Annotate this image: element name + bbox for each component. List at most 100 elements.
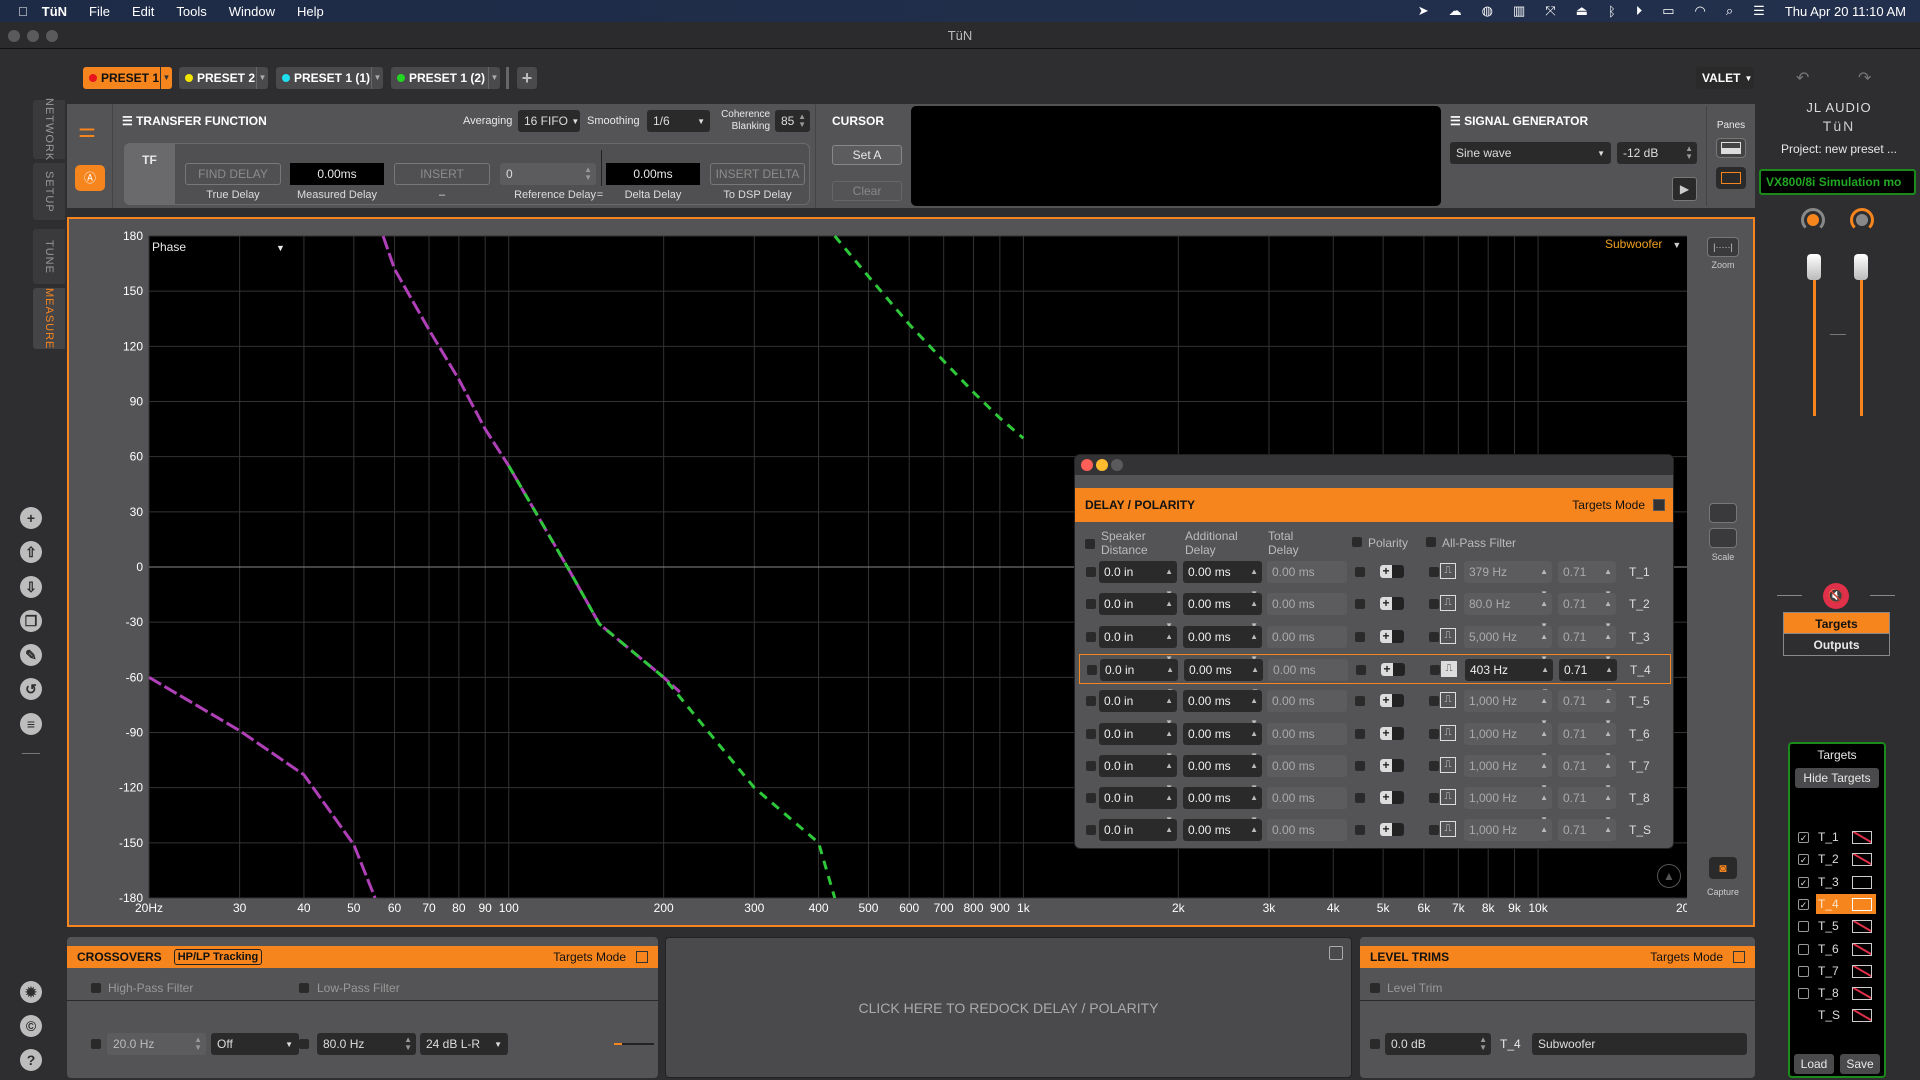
allpass-q-input[interactable]: 0.71▲▼	[1558, 722, 1616, 760]
delay-row[interactable]: 0.0 in▲▼ 0.00 ms▲▼ 0.00 ms + ⎍ 379 Hz▲▼ …	[1079, 557, 1671, 598]
wrench-icon[interactable]: ✎	[20, 644, 42, 666]
allpass-filter-icon[interactable]: ⎍	[1440, 627, 1456, 644]
copy-icon[interactable]: ❐	[20, 610, 42, 632]
waveform-dropdown[interactable]: Sine wave ▼	[1450, 142, 1611, 164]
knob-1[interactable]	[1801, 208, 1825, 232]
level-stepper[interactable]: -12 dB ▲ ▼	[1617, 142, 1697, 164]
allpass-frequency-input[interactable]: 1,000 Hz▲▼	[1464, 819, 1552, 848]
speaker-distance-input[interactable]: 0.0 in▲▼	[1099, 593, 1177, 630]
speaker-distance-input[interactable]: 0.0 in▲▼	[1099, 690, 1177, 727]
menu-tools[interactable]: Tools	[176, 4, 206, 19]
additional-delay-input[interactable]: 0.00 ms▲▼	[1183, 625, 1262, 663]
allpass-select-all-checkbox[interactable]	[1426, 537, 1436, 547]
target-disabled-icon[interactable]	[1852, 987, 1872, 1001]
list-icon[interactable]: ≡	[20, 713, 42, 735]
battery-icon[interactable]: ▭	[1662, 3, 1674, 19]
allpass-filter-icon[interactable]: ⎍	[1440, 563, 1456, 579]
target-item[interactable]: T_6	[1790, 939, 1888, 961]
bluetooth-icon[interactable]: ᛒ	[1608, 4, 1616, 19]
scale-expand-icon[interactable]	[1709, 503, 1737, 523]
menu-window[interactable]: Window	[229, 4, 275, 19]
apple-icon[interactable]: 	[18, 4, 28, 19]
target-checkbox[interactable]: ✓	[1798, 832, 1809, 843]
allpass-filter-icon[interactable]: ⎍	[1441, 660, 1457, 677]
hp-frequency-input[interactable]: 20.0 Hz ▲ ▼	[107, 1033, 206, 1055]
cursor-icon[interactable]: ➤	[1418, 3, 1429, 19]
hp-select-checkbox[interactable]	[91, 983, 101, 993]
target-item[interactable]: ✓ T_4	[1790, 893, 1888, 916]
polarity-select-all-checkbox[interactable]	[1352, 537, 1362, 547]
targets-toggle[interactable]: Targets	[1783, 612, 1890, 634]
allpass-filter-icon[interactable]: ⎍	[1440, 821, 1456, 838]
target-curve-icon[interactable]	[1852, 875, 1872, 889]
target-checkbox[interactable]	[1798, 921, 1809, 933]
globe-icon[interactable]: ◍	[1482, 3, 1493, 19]
row-checkbox[interactable]	[1086, 696, 1096, 707]
audio-icon[interactable]: ▥	[1513, 3, 1525, 19]
popout-icon[interactable]	[636, 951, 648, 963]
help-icon[interactable]: ?	[20, 1049, 42, 1071]
level-enable-checkbox[interactable]	[1370, 1039, 1380, 1049]
averaging-dropdown[interactable]: 16 FIFO ▼	[518, 110, 580, 132]
load-button[interactable]: Load	[1794, 1054, 1834, 1074]
target-checkbox[interactable]	[1798, 965, 1809, 977]
allpass-frequency-input[interactable]: 5,000 Hz▲▼	[1464, 625, 1552, 663]
additional-delay-input[interactable]: 0.00 ms▲▼	[1183, 561, 1262, 598]
preset-tab-1[interactable]: PRESET 1 ▼	[83, 67, 172, 89]
allpass-q-input[interactable]: 0.71▲▼	[1558, 754, 1616, 792]
preset-tab-4[interactable]: PRESET 1 (2) ▼	[391, 67, 500, 89]
target-disabled-icon[interactable]	[1852, 831, 1872, 844]
polarity-toggle[interactable]: +	[1380, 758, 1404, 772]
polarity-toggle[interactable]: +	[1380, 823, 1404, 837]
target-disabled-icon[interactable]	[1852, 920, 1872, 934]
zoom-window-button[interactable]	[46, 30, 58, 42]
minimize-dialog-button[interactable]	[1096, 459, 1108, 471]
additional-delay-input[interactable]: 0.00 ms▲▼	[1183, 787, 1262, 824]
allpass-filter-icon[interactable]: ⎍	[1440, 756, 1456, 773]
scale-shrink-icon[interactable]	[1709, 528, 1737, 548]
polarity-toggle[interactable]: +	[1380, 694, 1404, 708]
polarity-toggle[interactable]: +	[1381, 662, 1405, 676]
channel-selector[interactable]: Subwoofer ▼	[1605, 237, 1681, 251]
polarity-checkbox[interactable]	[1355, 793, 1365, 804]
menu-app[interactable]: TüN	[42, 4, 67, 19]
allpass-checkbox[interactable]	[1429, 599, 1439, 610]
allpass-checkbox[interactable]	[1429, 793, 1439, 804]
target-checkbox[interactable]: ✓	[1798, 854, 1809, 866]
allpass-frequency-input[interactable]: 1,000 Hz▲▼	[1464, 722, 1552, 760]
delay-row[interactable]: 0.0 in▲▼ 0.00 ms▲▼ 0.00 ms + ⎍ 80.0 Hz▲▼…	[1079, 589, 1671, 630]
chevron-down-icon[interactable]: ▼	[371, 67, 383, 89]
target-checkbox[interactable]	[1798, 988, 1809, 1000]
allpass-checkbox[interactable]	[1429, 567, 1439, 577]
target-curve-icon[interactable]	[1852, 897, 1872, 911]
valet-dropdown[interactable]: VALET ▼	[1696, 67, 1754, 89]
allpass-q-input[interactable]: 0.71▲▼	[1558, 787, 1616, 824]
lp-slope-dropdown[interactable]: 24 dB L-R ▼	[420, 1033, 508, 1055]
popout-icon[interactable]	[1733, 951, 1745, 963]
delay-row[interactable]: 0.0 in▲▼ 0.00 ms▲▼ 0.00 ms + ⎍ 1,000 Hz▲…	[1079, 815, 1671, 848]
polarity-checkbox[interactable]	[1356, 664, 1366, 675]
hide-targets-button[interactable]: Hide Targets	[1795, 768, 1879, 788]
download-icon[interactable]: ⇩	[20, 576, 42, 598]
preset-tab-3[interactable]: PRESET 1 (1) ▼	[276, 67, 383, 89]
menu-icon[interactable]: ☰	[1450, 114, 1464, 128]
polarity-checkbox[interactable]	[1355, 825, 1365, 836]
coherence-stepper[interactable]: 85 ▲ ▼	[775, 110, 810, 132]
target-checkbox[interactable]: ✓	[1798, 898, 1809, 910]
tf-tab[interactable]: TF	[124, 143, 175, 205]
sliders-icon[interactable]: ⚌	[78, 118, 96, 143]
find-delay-button[interactable]: FIND DELAY	[185, 163, 281, 185]
insert-button[interactable]: INSERT	[394, 163, 490, 185]
allpass-q-input[interactable]: 0.71▲▼	[1558, 819, 1616, 848]
close-dialog-button[interactable]	[1081, 459, 1093, 471]
row-checkbox[interactable]	[1086, 793, 1096, 804]
row-checkbox[interactable]	[1086, 599, 1096, 610]
speaker-distance-input[interactable]: 0.0 in▲▼	[1099, 625, 1177, 663]
delay-row[interactable]: 0.0 in▲▼ 0.00 ms▲▼ 0.00 ms + ⎍ 1,000 Hz▲…	[1079, 719, 1671, 760]
allpass-checkbox[interactable]	[1429, 696, 1439, 707]
delay-row[interactable]: 0.0 in▲▼ 0.00 ms▲▼ 0.00 ms + ⎍ 1,000 Hz▲…	[1079, 751, 1671, 792]
polarity-toggle[interactable]: +	[1380, 726, 1404, 740]
target-item[interactable]: T_5	[1790, 916, 1888, 938]
minimize-window-button[interactable]	[27, 30, 39, 42]
row-checkbox[interactable]	[1087, 664, 1097, 675]
